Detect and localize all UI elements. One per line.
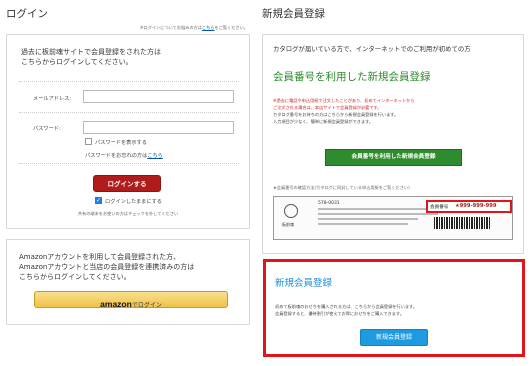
- sample-text-line: [318, 218, 418, 220]
- amazon-line1: Amazonアカウントを利用して会員登録された方、: [19, 253, 181, 261]
- new-register-line1: 初めて板前魂のおせちを購入される方は、こちらから会員登録を行います。: [275, 304, 417, 309]
- sample-postal: 578-0031: [318, 201, 340, 206]
- catalog-register-panel: カタログが届いている方で、インターネットでのご利用が初めての方 会員番号を利用し…: [262, 34, 524, 254]
- login-help-link[interactable]: こちら: [202, 25, 215, 30]
- register-title: 新規会員登録: [262, 8, 325, 20]
- amazon-login-panel: Amazonアカウントを利用して会員登録された方、 Amazonアカウントと当店…: [6, 239, 250, 325]
- amazon-login-button[interactable]: amazonでログイン: [34, 291, 228, 309]
- sample-member-label: 会員番号: [430, 205, 449, 210]
- catalog-intro: カタログが届いている方で、インターネットでのご利用が初めての方: [273, 45, 471, 53]
- new-register-highlight: 新規会員登録 初めて板前魂のおせちを購入される方は、こちらから会員登録を行います…: [263, 259, 525, 357]
- forgot-password-link[interactable]: こちら: [147, 153, 163, 159]
- email-label: メールアドレス:: [33, 96, 72, 102]
- show-password-label: パスワードを表示する: [95, 140, 147, 146]
- remember-me-label: ログインしたままにする: [105, 199, 162, 205]
- show-password-checkbox[interactable]: [85, 138, 92, 145]
- sample-logo-circle: [284, 204, 298, 218]
- email-field[interactable]: [83, 90, 234, 103]
- amazon-logo: amazon: [100, 299, 132, 309]
- login-title: ログイン: [6, 8, 48, 20]
- catalog-warning-line2: ご注文される場合は、本店サイトで会員登録が必要です。: [273, 105, 382, 110]
- login-help-note: ※ログインについてお悩みの方はこちらをご覧ください。: [140, 25, 248, 30]
- sample-barcode: [434, 217, 490, 229]
- password-field[interactable]: [83, 121, 234, 134]
- sample-brand: 板前魂: [282, 222, 294, 227]
- divider: [19, 112, 239, 113]
- remember-me-note: 共有の端末をお使いの方はチェックを外してください: [77, 211, 179, 216]
- catalog-register-heading: 会員番号を利用した新規会員登録: [273, 71, 431, 83]
- login-panel: 過去に板前魂サイトで会員登録をされた方は こちらからログインしてください。 メー…: [6, 34, 250, 229]
- forgot-password-text: パスワードをお忘れの方はこちら: [85, 153, 163, 159]
- amazon-line2: Amazonアカウントと当店の会員登録を連携済みの方は: [19, 263, 195, 271]
- catalog-warning-line1: ※過去に電話や申込用紙で注文したことがあり、初めてインターネットから: [273, 98, 415, 103]
- sample-text-line: [318, 223, 408, 225]
- login-intro-line2: こちらからログインしてください。: [21, 58, 133, 66]
- new-register-heading: 新規会員登録: [275, 278, 333, 289]
- sample-text-line: [318, 213, 438, 215]
- catalog-info-line4: 入力項目が少なく、簡単に新規会員登録ができます。: [273, 119, 374, 124]
- new-register-line2: 会員登録すると、優待割引が使えてお得におせちをご購入できます。: [275, 311, 404, 316]
- catalog-info-line3: カタログ番号をお持ちの方はこちらから新規会員登録を行います。: [273, 112, 399, 117]
- amazon-line3: こちらからログインしてください。: [19, 273, 131, 281]
- sample-member-value: ★999-999-999: [455, 203, 497, 209]
- amazon-login-label: でログイン: [131, 302, 162, 309]
- login-button[interactable]: ログインする: [93, 175, 161, 192]
- divider: [19, 163, 239, 164]
- catalog-register-button[interactable]: 会員番号を利用した新規会員登録: [325, 149, 462, 166]
- member-number-sample-image: 板前魂 578-0031 会員番号 ★999-999-999: [273, 196, 513, 240]
- member-number-note: ★会員番号の確認方法(カタログに同封している申込用紙をご覧ください): [273, 185, 410, 190]
- password-label: パスワード:: [33, 126, 61, 132]
- divider: [19, 81, 239, 82]
- new-register-button[interactable]: 新規会員登録: [360, 329, 428, 346]
- sample-member-number-highlight: 会員番号 ★999-999-999: [426, 200, 512, 213]
- login-intro-line1: 過去に板前魂サイトで会員登録をされた方は: [21, 48, 161, 56]
- sample-text-line: [318, 208, 428, 210]
- remember-me-checkbox[interactable]: ✓: [95, 197, 102, 204]
